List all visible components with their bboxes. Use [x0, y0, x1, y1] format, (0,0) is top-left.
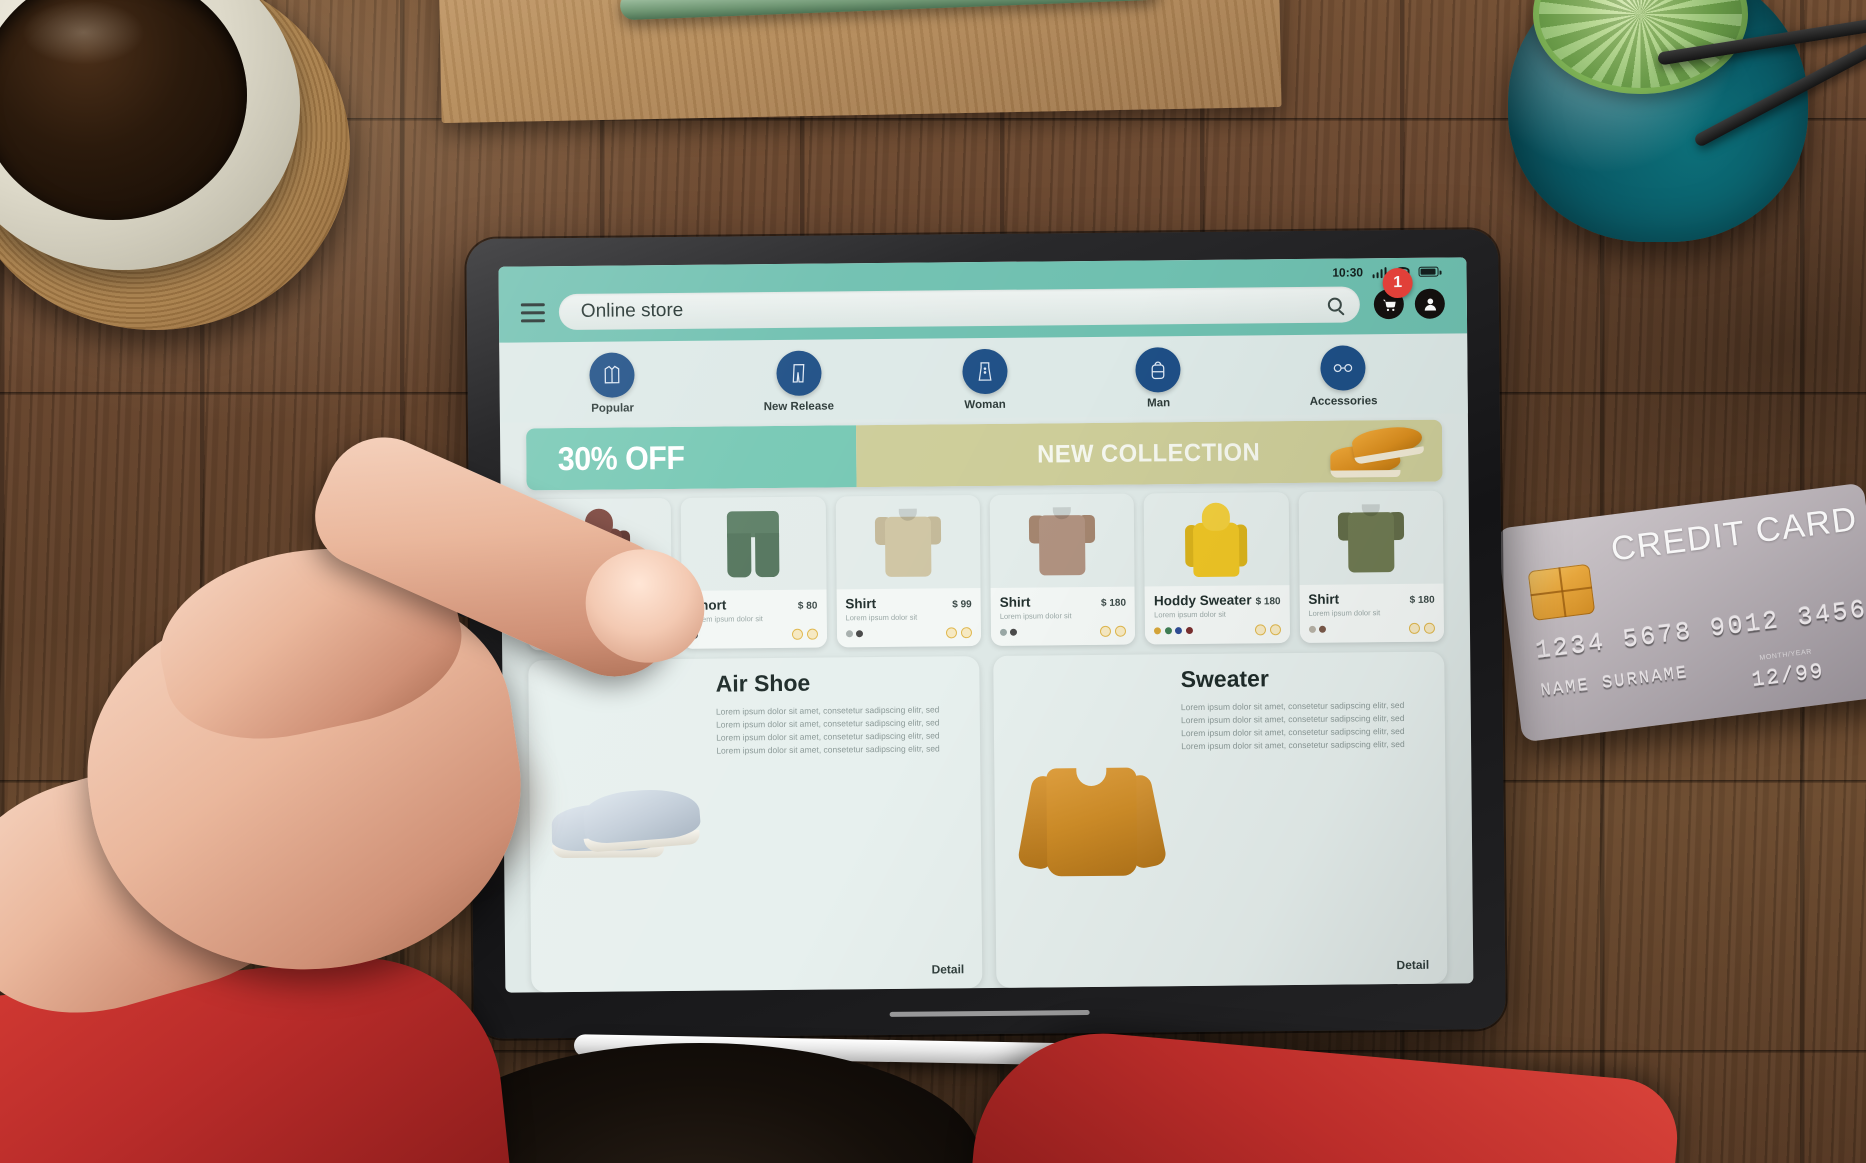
- credit-card-exp-label: MONTH/YEAR: [1759, 648, 1813, 662]
- category-label: Popular: [591, 402, 635, 415]
- category-item-new-release[interactable]: New Release: [763, 350, 834, 413]
- category-item-woman[interactable]: Woman: [962, 348, 1008, 412]
- hamburger-menu-icon[interactable]: [520, 302, 545, 322]
- detail-link[interactable]: Detail: [1396, 958, 1429, 972]
- hand-pointing: [0, 418, 740, 1043]
- rating-stars: [945, 626, 973, 638]
- search-icon[interactable]: [1327, 297, 1342, 312]
- product-price: $ 99: [952, 599, 972, 611]
- search-input-value: Online store: [580, 299, 684, 322]
- product-card[interactable]: Hoddy Sweater $ 180 Lorem ipsum dolor si…: [1143, 492, 1290, 644]
- color-swatches[interactable]: [999, 628, 1018, 636]
- product-price: $ 80: [797, 600, 818, 612]
- rating-stars: [1408, 622, 1435, 634]
- product-desc: Lorem ipsum dolor sit: [1308, 608, 1381, 618]
- cart-badge: 1: [1382, 267, 1413, 299]
- product-card[interactable]: Shirt $ 99 Lorem ipsum dolor sit: [835, 495, 982, 647]
- product-card[interactable]: Shirt $ 180 Lorem ipsum dolor sit: [1298, 490, 1445, 643]
- battery-icon: [1418, 266, 1439, 277]
- home-indicator[interactable]: [889, 1010, 1090, 1017]
- product-image: [1298, 490, 1444, 585]
- category-label: Accessories: [1309, 395, 1378, 408]
- product-desc: Lorem ipsum dolor sit: [999, 611, 1072, 621]
- category-label: New Release: [763, 400, 835, 414]
- coffee-liquid: [0, 0, 247, 220]
- product-image: [989, 493, 1135, 588]
- rating-stars: [1254, 623, 1281, 635]
- featured-title: Sweater: [1180, 664, 1269, 692]
- product-image: [835, 495, 981, 590]
- product-desc: Lorem ipsum dolor sit: [845, 612, 918, 623]
- featured-card-sweater[interactable]: Sweater Lorem ipsum dolor sit amet, cons…: [993, 651, 1448, 988]
- featured-body: Lorem ipsum dolor sit amet, consetetur s…: [1180, 699, 1405, 752]
- dress-icon: [962, 348, 1008, 395]
- featured-image-sweater: [1005, 666, 1177, 976]
- category-nav: Popular New Release Woman Man Accessorie…: [499, 333, 1468, 423]
- category-label: Woman: [964, 398, 1006, 412]
- credit-card-holder-name: NAME SURNAME: [1539, 664, 1690, 702]
- product-image: [1143, 492, 1290, 587]
- app-header: 10:30 Online store 1: [498, 257, 1468, 343]
- promo-shoes-image: [1330, 422, 1426, 475]
- promo-headline-area: NEW COLLECTION: [855, 419, 1443, 488]
- promo-headline-text: NEW COLLECTION: [1037, 437, 1261, 468]
- product-price: $ 180: [1100, 597, 1127, 609]
- credit-card: CREDIT CARD 1234 5678 9012 3456 NAME SUR…: [1495, 482, 1866, 743]
- color-swatches[interactable]: [845, 629, 864, 637]
- product-name: Shirt: [999, 594, 1031, 610]
- jacket-icon: [589, 352, 635, 398]
- product-name: Hoddy Sweater: [1153, 592, 1252, 609]
- credit-card-expiry: 12/99: [1750, 661, 1826, 694]
- search-row: Online store 1: [520, 267, 1445, 331]
- search-input[interactable]: Online store: [558, 286, 1361, 331]
- status-time: 10:30: [1332, 265, 1364, 280]
- product-card[interactable]: Shirt $ 180 Lorem ipsum dolor sit: [989, 493, 1136, 646]
- product-price: $ 180: [1409, 594, 1435, 606]
- user-profile-icon[interactable]: [1414, 288, 1445, 319]
- header-actions: 1: [1373, 267, 1445, 320]
- status-bar: 10:30: [520, 263, 1444, 290]
- category-item-accessories[interactable]: Accessories: [1309, 345, 1378, 408]
- color-swatches[interactable]: [1154, 626, 1193, 634]
- credit-card-chip-icon: [1527, 563, 1596, 622]
- featured-body: Lorem ipsum dolor sit amet, consetetur s…: [715, 703, 940, 756]
- product-price: $ 180: [1255, 596, 1281, 608]
- bag-icon: [1135, 347, 1182, 393]
- color-swatches[interactable]: [1308, 625, 1327, 633]
- category-item-popular[interactable]: Popular: [589, 352, 636, 415]
- credit-card-title: CREDIT CARD: [1608, 499, 1860, 569]
- pants-icon: [775, 350, 822, 397]
- rating-stars: [791, 628, 818, 640]
- glasses-icon: [1320, 345, 1366, 391]
- product-name: Shirt: [1308, 591, 1340, 607]
- rating-stars: [1100, 625, 1127, 637]
- category-item-man[interactable]: Man: [1135, 347, 1182, 410]
- product-desc: Lorem ipsum dolor sit: [1154, 609, 1226, 620]
- featured-title: Air Shoe: [715, 669, 811, 697]
- product-name: Shirt: [845, 596, 877, 612]
- detail-link[interactable]: Detail: [931, 962, 964, 976]
- clipboard: [438, 0, 1282, 124]
- category-label: Man: [1147, 397, 1171, 410]
